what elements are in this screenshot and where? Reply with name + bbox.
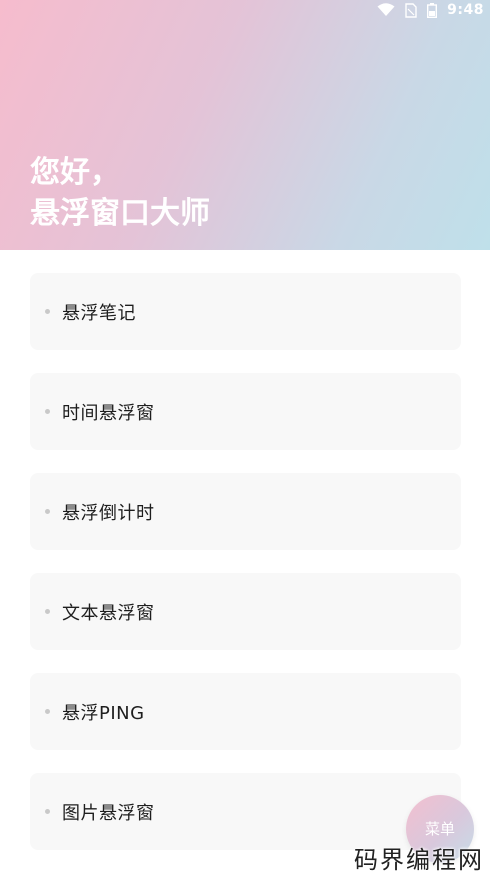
greeting-line-hello: 您好， [30,155,120,190]
menu-item-label: 悬浮笔记 [62,302,136,324]
wifi-icon [377,3,395,17]
app-screen: 9:48 您好， 悬浮窗口大师 悬浮笔记 时间悬浮窗 悬浮倒计时 文本悬浮窗 悬… [0,0,490,879]
menu-item-label: 文本悬浮窗 [62,602,155,624]
menu-item-floating-notes[interactable]: 悬浮笔记 [30,273,461,350]
menu-item-time-window[interactable]: 时间悬浮窗 [30,373,461,450]
bullet-dot [45,309,50,314]
menu-item-label: 悬浮倒计时 [62,502,155,524]
menu-item-label: 时间悬浮窗 [62,402,155,424]
menu-item-label: 图片悬浮窗 [62,802,155,824]
status-time: 9:48 [447,2,484,18]
menu-item-ping[interactable]: 悬浮PING [30,673,461,750]
header-banner: 9:48 您好， 悬浮窗口大师 [0,0,490,250]
bullet-dot [45,609,50,614]
greeting-line-app-name: 悬浮窗口大师 [30,196,210,231]
battery-icon [427,2,438,18]
greeting-title: 您好， 悬浮窗口大师 [30,152,210,234]
bullet-dot [45,809,50,814]
menu-item-label: 悬浮PING [62,702,145,724]
bullet-dot [45,709,50,714]
status-bar: 9:48 [377,0,490,20]
watermark: 码界编程网 [354,846,484,874]
bullet-dot [45,509,50,514]
bullet-dot [45,409,50,414]
menu-item-countdown[interactable]: 悬浮倒计时 [30,473,461,550]
menu-item-text-window[interactable]: 文本悬浮窗 [30,573,461,650]
sim-icon [405,2,417,18]
feature-list: 悬浮笔记 时间悬浮窗 悬浮倒计时 文本悬浮窗 悬浮PING 图片悬浮窗 [30,273,461,873]
menu-fab-label: 菜单 [424,819,455,838]
menu-item-image-window[interactable]: 图片悬浮窗 [30,773,461,850]
